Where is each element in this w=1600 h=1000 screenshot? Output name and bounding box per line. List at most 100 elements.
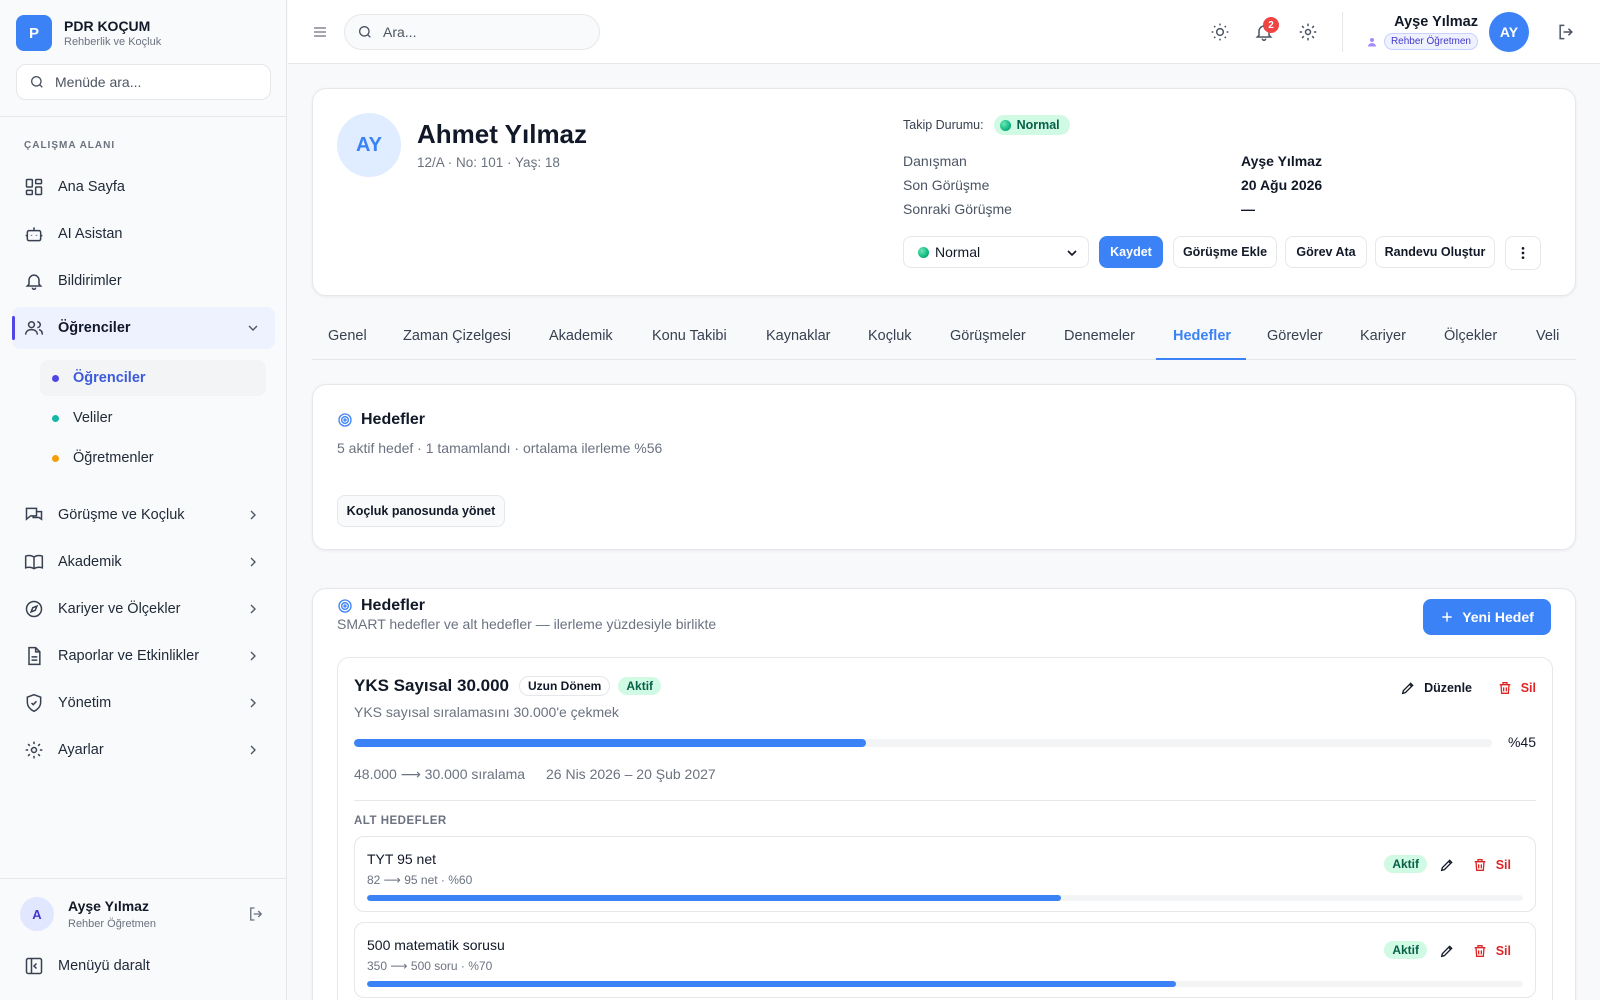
chevron-right-icon	[250, 510, 256, 520]
trash-icon	[1499, 682, 1511, 694]
delete-subgoal-button[interactable]: Sil	[1472, 943, 1511, 959]
sidebar-user[interactable]: A Ayşe Yılmaz Rehber Öğretmen	[20, 897, 265, 931]
sidebar-user-role: Rehber Öğretmen	[68, 918, 157, 930]
subgoal-title: TYT 95 net	[367, 851, 437, 867]
sidebar-item-home[interactable]: Ana Sayfa	[12, 166, 275, 208]
add-meeting-button[interactable]: Görüşme Ekle	[1173, 236, 1277, 268]
sidebar-item-management[interactable]: Yönetim	[12, 682, 275, 724]
tab-parent[interactable]: Veli	[1536, 328, 1559, 344]
tab-tasks[interactable]: Görevler	[1267, 328, 1323, 344]
sidebar-item-career[interactable]: Kariyer ve Ölçekler	[12, 588, 275, 630]
brand-subtitle: Rehberlik ve Koçluk	[64, 36, 162, 48]
brand[interactable]: P PDR KOÇUM Rehberlik ve Koçluk	[16, 15, 161, 51]
sidebar-item-settings[interactable]: Ayarlar	[12, 729, 275, 771]
tab-goals[interactable]: Hedefler	[1173, 328, 1231, 344]
collapse-menu-label: Menüyü daralt	[58, 958, 150, 974]
tab-academic[interactable]: Akademik	[549, 328, 613, 344]
pencil-icon[interactable]	[1439, 857, 1455, 873]
delete-subgoal-button[interactable]: Sil	[1472, 857, 1511, 873]
trash-icon	[1474, 945, 1486, 957]
sidebar-subitem-students[interactable]: Öğrenciler	[40, 360, 266, 396]
sun-icon[interactable]	[1210, 22, 1230, 42]
sidebar-item-reports[interactable]: Raporlar ve Etkinlikler	[12, 635, 275, 677]
sidebar-item-label: Ana Sayfa	[58, 179, 125, 195]
assign-task-button[interactable]: Görev Ata	[1285, 236, 1367, 268]
topbar: Ara... 2 Ayşe Yılmaz Rehber Öğretmen AY	[288, 0, 1600, 64]
info-label-last-meeting: Son Görüşme	[903, 177, 990, 193]
sidebar-item-label: Bildirimler	[58, 273, 122, 289]
edit-goal-button[interactable]: Düzenle	[1400, 680, 1472, 696]
tab-resources[interactable]: Kaynaklar	[766, 328, 830, 344]
sidebar-subitem-parents[interactable]: Veliler	[40, 400, 266, 436]
status-select[interactable]: Normal	[903, 236, 1089, 268]
subgoal-meta: 350 ⟶ 500 soru · %70	[367, 959, 493, 973]
logout-icon[interactable]	[1556, 22, 1576, 42]
info-label-advisor: Danışman	[903, 153, 967, 169]
tab-coaching[interactable]: Koçluk	[868, 328, 912, 344]
pencil-icon[interactable]	[1439, 943, 1455, 959]
sidebar-item-ai[interactable]: AI Asistan	[12, 213, 275, 255]
search-placeholder: Ara...	[383, 24, 417, 40]
goal-progress-fill	[354, 739, 867, 747]
search-input[interactable]: Ara...	[344, 14, 600, 50]
file-icon	[28, 646, 41, 666]
more-button[interactable]	[1505, 236, 1541, 270]
subgoal-progress-bar	[367, 895, 1523, 901]
sidebar-item-label: AI Asistan	[58, 226, 123, 242]
goal-card: YKS Sayısal 30.000 Uzun Dönem Aktif YKS …	[337, 657, 1553, 1000]
sidebar-subitem-teachers[interactable]: Öğretmenler	[40, 440, 266, 476]
menu-search-input[interactable]: Menüde ara...	[16, 64, 271, 100]
plus-icon	[1442, 612, 1452, 622]
delete-goal-button[interactable]: Sil	[1497, 680, 1536, 696]
sidebar-item-label: Öğrenciler	[58, 320, 131, 336]
goals-panel-title-text: Hedefler	[361, 597, 426, 614]
sidebar-item-academic[interactable]: Akademik	[12, 541, 275, 583]
gear-icon[interactable]	[1298, 22, 1318, 42]
subgoal-progress-fill	[367, 895, 1061, 901]
goal-title: YKS Sayısal 30.000	[354, 676, 510, 695]
avatar[interactable]: AY	[1489, 12, 1529, 52]
notification-badge: 2	[1263, 17, 1279, 33]
goal-term-tag: Uzun Dönem	[519, 676, 611, 696]
tab-general[interactable]: Genel	[328, 328, 367, 344]
save-button[interactable]: Kaydet	[1099, 236, 1163, 268]
student-tabs: Genel Zaman Çizelgesi Akademik Konu Taki…	[312, 318, 1576, 360]
tab-career[interactable]: Kariyer	[1360, 328, 1406, 344]
subgoal-progress-fill	[367, 981, 1177, 987]
tab-timeline[interactable]: Zaman Çizelgesi	[403, 328, 511, 344]
sidebar-item-notifications[interactable]: Bildirimler	[12, 260, 275, 302]
user-badge-icon	[1367, 37, 1376, 46]
topbar-user[interactable]: Ayşe Yılmaz Rehber Öğretmen	[1366, 14, 1478, 51]
menu-icon[interactable]	[312, 24, 328, 40]
goals-panel: Hedefler SMART hedefler ve alt hedefler …	[312, 588, 1576, 1000]
new-goal-label: Yeni Hedef	[1462, 609, 1534, 625]
manage-in-coaching-board-button[interactable]: Koçluk panosunda yönet	[337, 495, 505, 527]
chat-icon	[25, 507, 43, 521]
new-goal-button[interactable]: Yeni Hedef	[1423, 599, 1551, 635]
tab-exams[interactable]: Denemeler	[1064, 328, 1135, 344]
goal-status-tag: Aktif	[618, 677, 662, 695]
create-appointment-button[interactable]: Randevu Oluştur	[1375, 236, 1495, 268]
sidebar-item-label: Ayarlar	[58, 742, 104, 758]
avatar: A	[20, 897, 54, 931]
sidebar-item-students[interactable]: Öğrenciler	[12, 307, 275, 349]
robot-icon	[25, 227, 43, 242]
collapse-menu-button[interactable]: Menüyü daralt	[24, 956, 150, 976]
logout-icon[interactable]	[247, 905, 265, 923]
sidebar-divider	[0, 116, 287, 117]
tab-topic-tracking[interactable]: Konu Takibi	[652, 328, 727, 344]
summary-title-text: Hedefler	[361, 411, 426, 428]
shield-icon	[26, 693, 42, 713]
tab-scales[interactable]: Ölçekler	[1444, 328, 1497, 344]
more-vertical-icon	[1521, 247, 1525, 259]
dot-icon	[52, 374, 59, 382]
trash-icon	[1474, 859, 1486, 871]
sidebar-item-meetings[interactable]: Görüşme ve Koçluk	[12, 494, 275, 536]
chevron-down-icon	[1067, 250, 1077, 257]
sidebar-user-name: Ayşe Yılmaz	[68, 898, 149, 914]
sidebar-divider	[0, 878, 287, 879]
chevron-right-icon	[250, 651, 256, 661]
subgoals-label: ALT HEDEFLER	[354, 815, 447, 827]
tab-meetings[interactable]: Görüşmeler	[950, 328, 1026, 344]
status-badge-text: Normal	[1016, 118, 1060, 132]
